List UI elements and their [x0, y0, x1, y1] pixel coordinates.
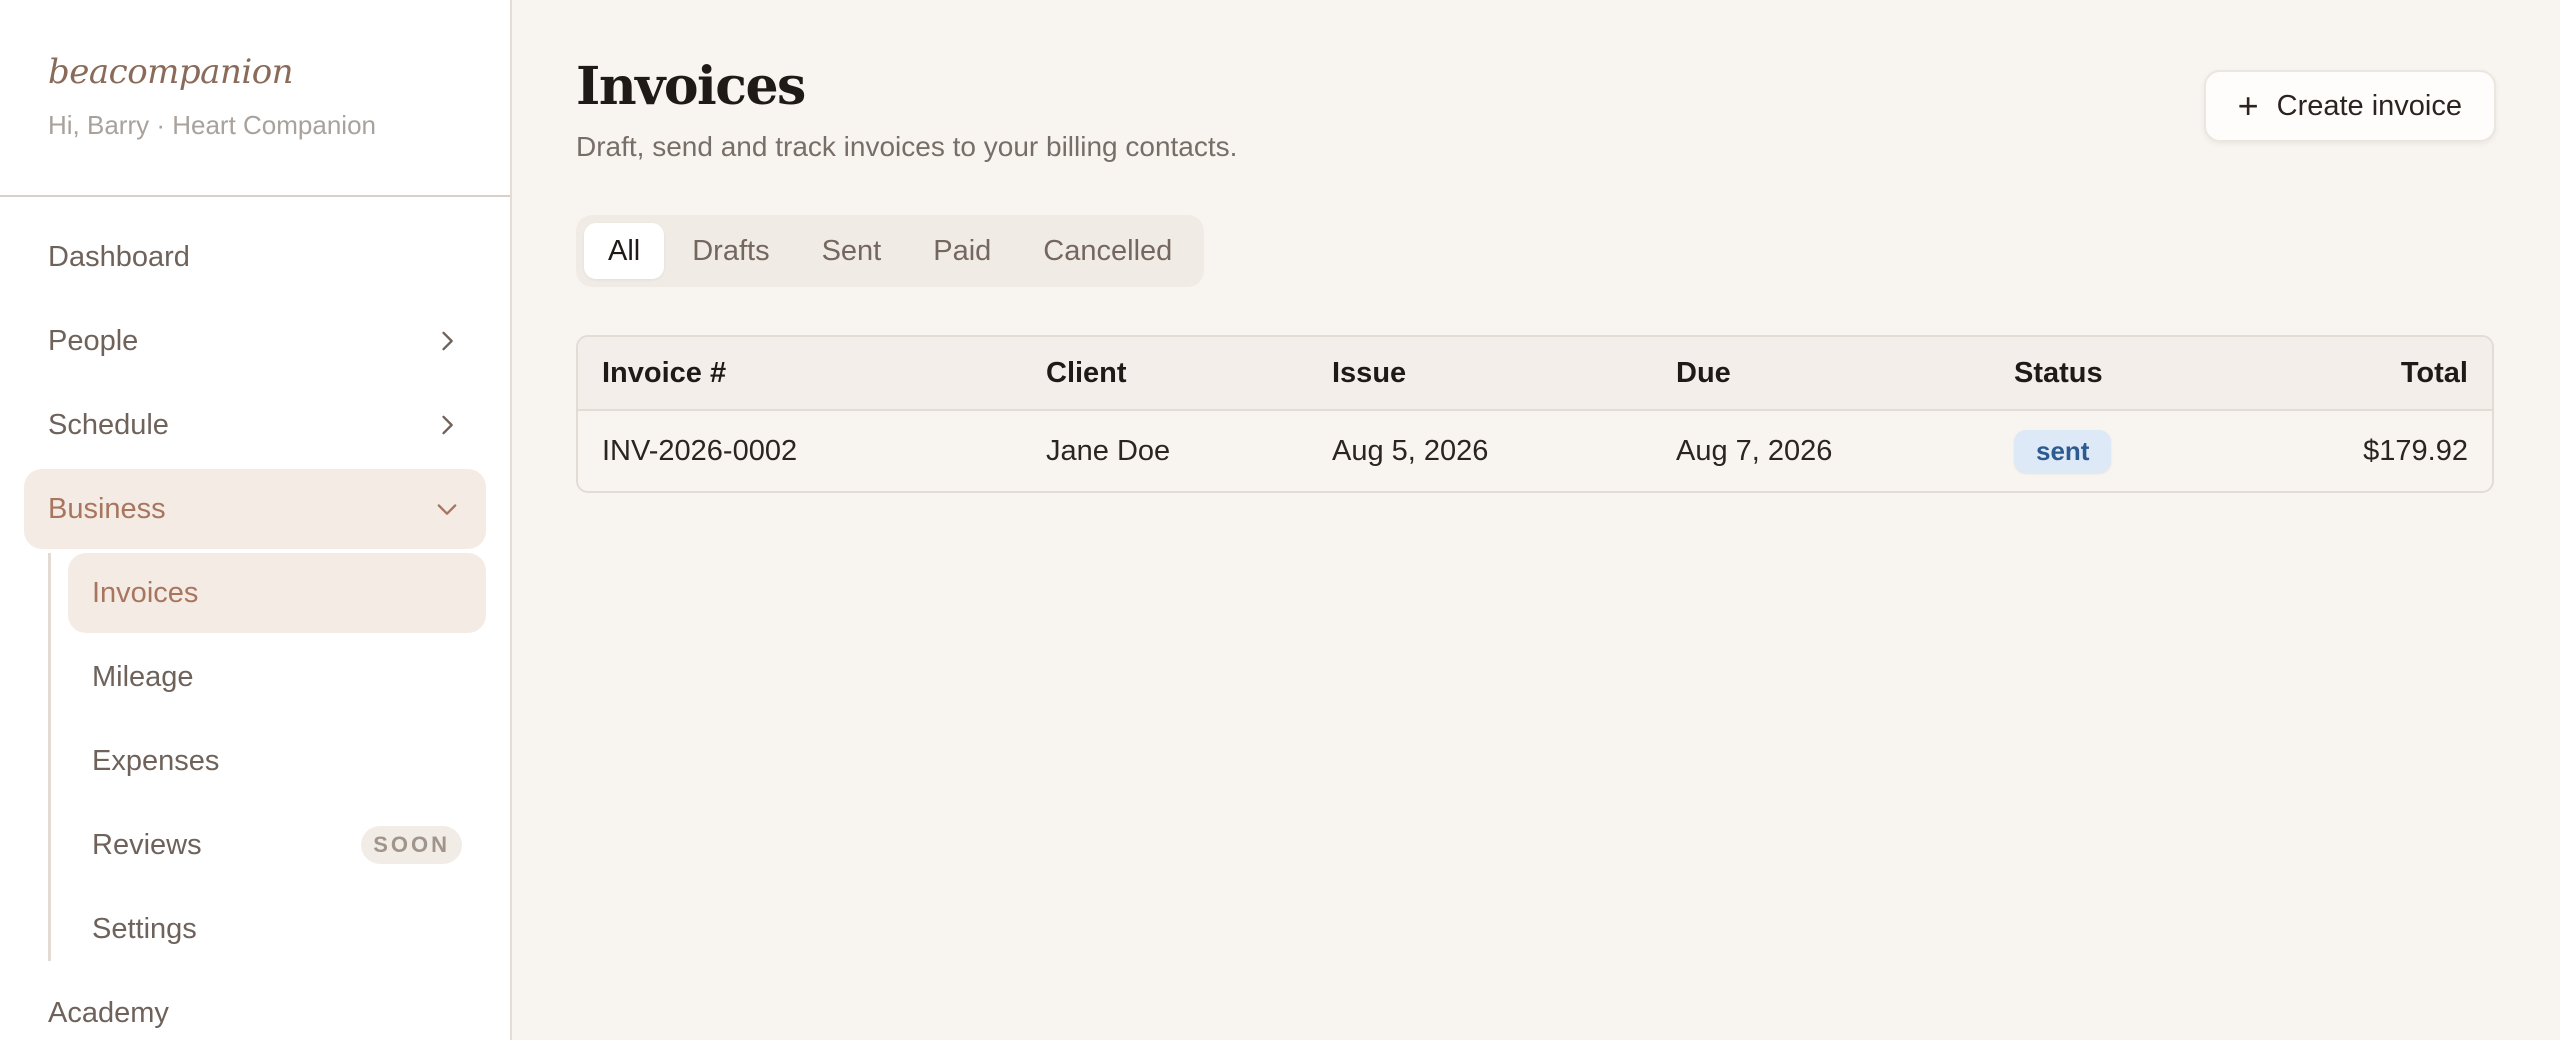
issue-date-cell: Aug 5, 2026: [1332, 434, 1489, 467]
tab-paid[interactable]: Paid: [909, 223, 1015, 279]
brand-logo[interactable]: beacompanion: [48, 52, 462, 92]
status-badge: sent: [2014, 429, 2112, 473]
sidebar-item-label: Dashboard: [48, 240, 190, 273]
sidebar-item-label: Schedule: [48, 408, 169, 441]
status-filter-tabs: All Drafts Sent Paid Cancelled: [576, 215, 1205, 287]
invoice-number-cell: INV-2026-0002: [602, 434, 798, 467]
sidebar-item-label: Settings: [92, 912, 197, 945]
tab-all[interactable]: All: [584, 223, 665, 279]
main-content: Invoices Draft, send and track invoices …: [512, 0, 2560, 1040]
due-date-cell: Aug 7, 2026: [1676, 434, 1833, 467]
sidebar-item-label: Academy: [48, 996, 169, 1029]
tab-sent[interactable]: Sent: [798, 223, 906, 279]
column-header-client[interactable]: Client: [1022, 357, 1308, 390]
sidebar-item-invoices[interactable]: Invoices: [68, 553, 486, 633]
invoices-table: Invoice # Client Issue Due Status Total …: [576, 335, 2494, 493]
soon-badge: SOON: [361, 826, 462, 864]
client-cell: Jane Doe: [1046, 434, 1171, 467]
total-cell: $179.92: [2363, 434, 2468, 467]
sidebar-item-settings[interactable]: Settings: [68, 889, 486, 969]
sidebar-item-reviews[interactable]: Reviews SOON: [68, 805, 486, 885]
sidebar-item-business[interactable]: Business: [24, 469, 486, 549]
table-header-row: Invoice # Client Issue Due Status Total: [578, 337, 2492, 411]
column-header-total[interactable]: Total: [2290, 357, 2492, 390]
brand-block: beacompanion Hi, Barry · Heart Companion: [0, 0, 510, 197]
table-row[interactable]: INV-2026-0002 Jane Doe Aug 5, 2026 Aug 7…: [578, 411, 2492, 491]
sidebar-nav: Dashboard People Schedule Business Invoi…: [0, 197, 510, 1040]
chevron-down-icon: [432, 494, 462, 524]
status-cell: sent: [1990, 429, 2290, 473]
app: beacompanion Hi, Barry · Heart Companion…: [0, 0, 2560, 1040]
chevron-right-icon: [432, 410, 462, 440]
sidebar: beacompanion Hi, Barry · Heart Companion…: [0, 0, 512, 1040]
sidebar-item-expenses[interactable]: Expenses: [68, 721, 486, 801]
sidebar-item-label: Expenses: [92, 744, 220, 777]
tab-cancelled[interactable]: Cancelled: [1019, 223, 1196, 279]
column-header-invoice[interactable]: Invoice #: [578, 357, 1022, 390]
sidebar-item-label: Reviews: [92, 828, 202, 861]
sidebar-item-people[interactable]: People: [24, 301, 486, 381]
business-submenu: Invoices Mileage Expenses Reviews SOON S…: [48, 553, 510, 969]
user-greeting: Hi, Barry · Heart Companion: [48, 110, 376, 140]
column-header-due[interactable]: Due: [1652, 357, 1990, 390]
sidebar-item-label: People: [48, 324, 139, 357]
sidebar-item-mileage[interactable]: Mileage: [68, 637, 486, 717]
sidebar-item-label: Invoices: [92, 576, 199, 609]
sidebar-item-label: Mileage: [92, 660, 194, 693]
column-header-status[interactable]: Status: [1990, 357, 2290, 390]
create-invoice-label: Create invoice: [2276, 89, 2462, 122]
chevron-right-icon: [432, 326, 462, 356]
plus-icon: +: [2237, 85, 2259, 126]
sidebar-item-label: Business: [48, 492, 166, 525]
create-invoice-button[interactable]: + Create invoice: [2203, 70, 2496, 142]
sidebar-item-academy[interactable]: Academy: [24, 973, 486, 1040]
sidebar-item-dashboard[interactable]: Dashboard: [24, 217, 486, 297]
column-header-issue[interactable]: Issue: [1308, 357, 1652, 390]
tab-drafts[interactable]: Drafts: [668, 223, 793, 279]
sidebar-item-schedule[interactable]: Schedule: [24, 385, 486, 465]
